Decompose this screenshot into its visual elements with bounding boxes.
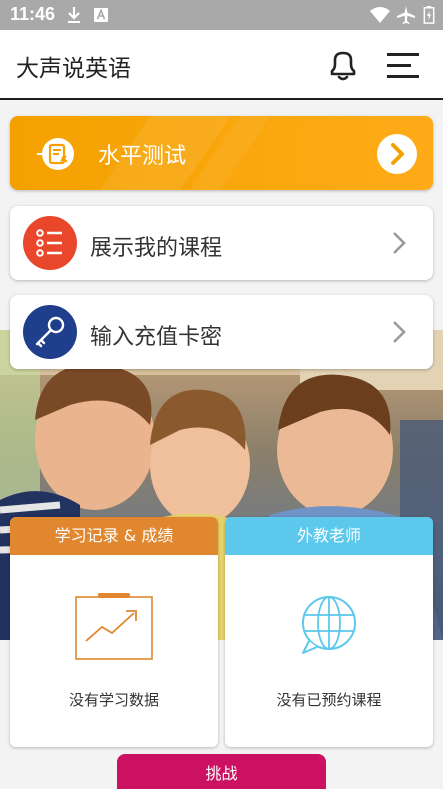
my-courses-label: 展示我的课程 <box>90 236 223 261</box>
records-empty-text: 没有学习数据 <box>68 691 159 709</box>
chevron-right-icon <box>391 143 404 165</box>
level-test-card[interactable]: 水平测试 <box>10 116 433 190</box>
level-test-label: 水平测试 <box>98 144 187 169</box>
chart-icon <box>75 593 153 660</box>
key-icon <box>23 305 77 359</box>
my-courses-card[interactable]: 展示我的课程 <box>10 206 433 280</box>
records-header: 学习记录 & 成绩 <box>10 517 218 555</box>
airplane-icon <box>397 6 415 24</box>
app-title: 大声说英语 <box>16 56 131 82</box>
a-icon <box>94 8 108 22</box>
list-icon <box>23 216 77 270</box>
recharge-card[interactable]: 输入充值卡密 <box>10 295 433 369</box>
recharge-label: 输入充值卡密 <box>90 325 223 350</box>
teachers-panel[interactable]: 外教老师 没有已预约课程 <box>225 517 433 747</box>
records-panel[interactable]: 学习记录 & 成绩 没有学习数据 <box>10 517 218 747</box>
bell-icon[interactable] <box>326 48 360 82</box>
teachers-empty-text: 没有已预约课程 <box>276 691 382 709</box>
teachers-header: 外教老师 <box>225 517 433 555</box>
challenge-button[interactable]: 挑战 <box>117 754 326 789</box>
download-icon <box>68 7 80 23</box>
go-button[interactable] <box>377 134 417 174</box>
document-icon <box>37 138 74 170</box>
app-bar: 大声说英语 <box>0 30 443 100</box>
status-bar: 11:46 <box>0 0 443 30</box>
chevron-right-icon <box>393 232 406 254</box>
status-time: 11:46 <box>10 4 56 24</box>
wifi-icon <box>370 7 390 23</box>
chevron-right-icon <box>393 321 406 343</box>
battery-icon <box>423 6 435 24</box>
globe-chat-icon <box>302 596 356 654</box>
menu-icon[interactable] <box>384 50 422 80</box>
